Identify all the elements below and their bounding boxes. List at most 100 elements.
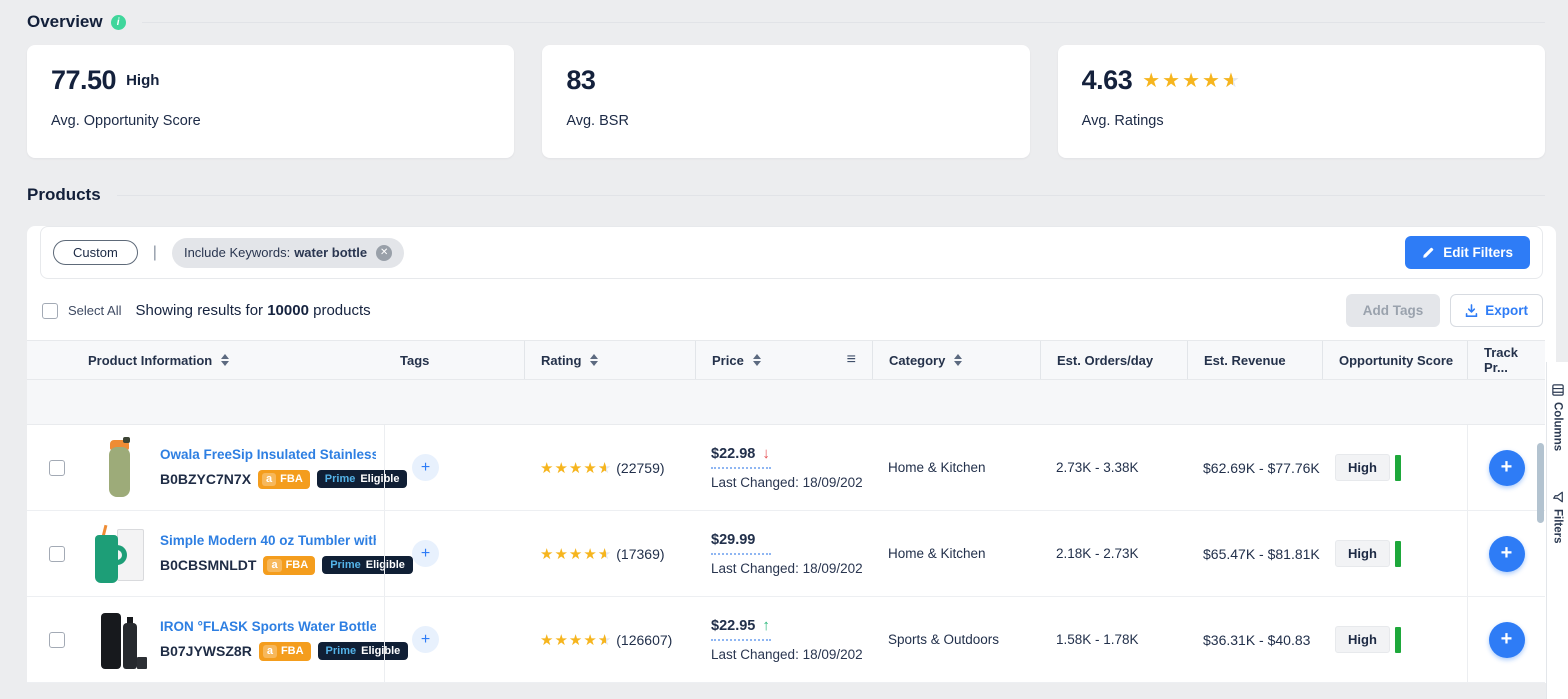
fba-badge: a FBA [263,555,316,575]
opportunity-score-cell: High [1322,511,1467,596]
est-revenue-cell: $65.47K - $81.81K [1203,545,1320,562]
star-rating-icons: ★★★★★★ [1142,70,1242,92]
product-title-link[interactable]: IRON °FLASK Sports Water Bottle... [160,619,376,634]
fba-badge: a FBA [258,641,311,661]
star-rating-icons: ★★★★★★ [540,459,613,477]
score-bar [1394,454,1401,481]
avg-bsr-value: 83 [566,65,596,95]
card-avg-ratings: 4.63 ★★★★★★ Avg. Ratings [1057,45,1545,158]
header-opportunity-score: Opportunity Score [1322,341,1467,379]
close-icon[interactable]: ✕ [376,244,393,261]
product-image [87,435,149,501]
rating-cell: ★ ★ ★ ★ ★ ★ (22759) [524,425,695,510]
product-asin: B0CBSMNLDT [160,557,257,573]
filter-divider: | [152,243,157,261]
track-product-button[interactable]: + [1488,449,1525,486]
score-bar [1394,540,1401,567]
product-title-link[interactable]: Simple Modern 40 oz Tumbler with... [160,533,376,548]
header-track-products: Track Pr... [1467,341,1545,379]
select-all-checkbox[interactable] [42,302,58,319]
header-rating[interactable]: Rating [524,341,695,379]
empty-filter-row [27,380,1545,425]
add-tag-button[interactable]: + [412,626,439,653]
export-button[interactable]: Export [1450,294,1543,327]
product-image [87,607,149,673]
row-checkbox[interactable] [49,631,65,648]
keyword-filter-chip[interactable]: Include Keywords: water bottle ✕ [171,237,405,268]
products-title: Products [27,185,101,204]
amazon-icon: a [262,644,277,658]
est-orders-cell: 2.18K - 2.73K [1056,546,1139,561]
add-tag-button[interactable]: + [412,540,439,567]
column-menu-icon[interactable]: ≡ [847,351,856,369]
track-product-button[interactable]: + [1488,535,1525,572]
products-card: Custom | Include Keywords: water bottle ✕… [27,226,1556,683]
price-cell: $22.95 ↑ Last Changed: 18/09/202 [695,597,872,682]
table-header-row: Product Information Tags Rating Price ≡ … [27,340,1545,380]
info-icon[interactable]: i [110,14,126,30]
vertical-scrollbar[interactable] [1537,443,1544,523]
price-history-underline[interactable] [711,552,771,555]
header-category[interactable]: Category [872,341,1040,379]
est-revenue-cell: $36.31K - $40.83 [1203,631,1311,648]
score-bar [1394,626,1401,653]
edit-filters-button[interactable]: Edit Filters [1405,236,1530,269]
price-value: $22.95 [711,617,756,634]
sort-icon[interactable] [954,354,963,366]
sort-icon[interactable] [590,354,599,366]
filter-bar: Custom | Include Keywords: water bottle ✕… [40,226,1543,279]
header-product-information[interactable]: Product Information [27,341,384,379]
track-product-button[interactable]: + [1488,621,1525,658]
product-asin: B07JYWSZ8R [160,643,252,659]
category-cell: Sports & Outdoors [888,632,1000,647]
sort-icon[interactable] [752,354,761,366]
keyword-chip-prefix: Include Keywords: [183,245,291,260]
est-orders-cell: 1.58K - 1.78K [1056,632,1139,647]
price-history-underline[interactable] [711,639,771,641]
opportunity-score-cell: High [1322,425,1467,510]
filter-icon [1552,491,1563,503]
avg-ratings-value: 4.63 [1081,65,1133,95]
opportunity-score-label: Avg. Opportunity Score [51,113,201,129]
header-price[interactable]: Price ≡ [695,341,872,379]
divider [141,21,1545,23]
star-rating-icons: ★★★★★★ [540,631,613,649]
rating-count: (22759) [616,459,665,476]
filters-panel-toggle[interactable]: Filters [1552,491,1564,544]
divider [116,194,1545,196]
amazon-icon: a [262,472,277,486]
select-all-label: Select All [68,303,122,318]
rating-cell: ★ ★ ★ ★ ★ ★ (17369) [524,511,695,596]
results-summary: Showing results for 10000 products [135,302,371,319]
keyword-chip-value: water bottle [294,245,368,260]
card-opportunity-score: 77.50 High Avg. Opportunity Score [27,45,515,158]
avg-bsr-label: Avg. BSR [566,113,629,129]
card-avg-bsr: 83 Avg. BSR [542,45,1030,158]
sort-icon[interactable] [221,354,230,366]
results-count: 10000 [267,302,309,319]
price-last-changed: Last Changed: 18/09/202 [711,475,863,490]
row-checkbox[interactable] [49,459,65,476]
header-est-revenue: Est. Revenue [1187,341,1322,379]
table-row: Owala FreeSip Insulated Stainless... B0B… [27,425,1545,511]
row-checkbox[interactable] [49,545,65,562]
overview-cards: 77.50 High Avg. Opportunity Score 83 Avg… [27,45,1545,158]
price-value: $22.98 [711,445,756,462]
header-est-orders: Est. Orders/day [1040,341,1187,379]
add-tag-button[interactable]: + [412,454,439,481]
rating-count: (17369) [616,545,665,562]
custom-preset-pill[interactable]: Custom [53,240,138,265]
products-table: Product Information Tags Rating Price ≡ … [27,340,1545,683]
est-revenue-cell: $62.69K - $77.76K [1203,459,1320,476]
columns-panel-toggle[interactable]: Columns [1552,384,1564,451]
add-tags-button[interactable]: Add Tags [1345,294,1441,327]
category-cell: Home & Kitchen [888,546,986,561]
score-badge: High [1335,454,1390,481]
price-last-changed: Last Changed: 18/09/202 [711,560,863,576]
product-image [87,521,149,587]
price-cell: $22.98 ↓ Last Changed: 18/09/202 [695,425,872,510]
price-history-underline[interactable] [711,467,771,469]
product-title-link[interactable]: Owala FreeSip Insulated Stainless... [160,447,376,462]
price-down-icon: ↓ [762,445,770,462]
category-cell: Home & Kitchen [888,460,986,475]
